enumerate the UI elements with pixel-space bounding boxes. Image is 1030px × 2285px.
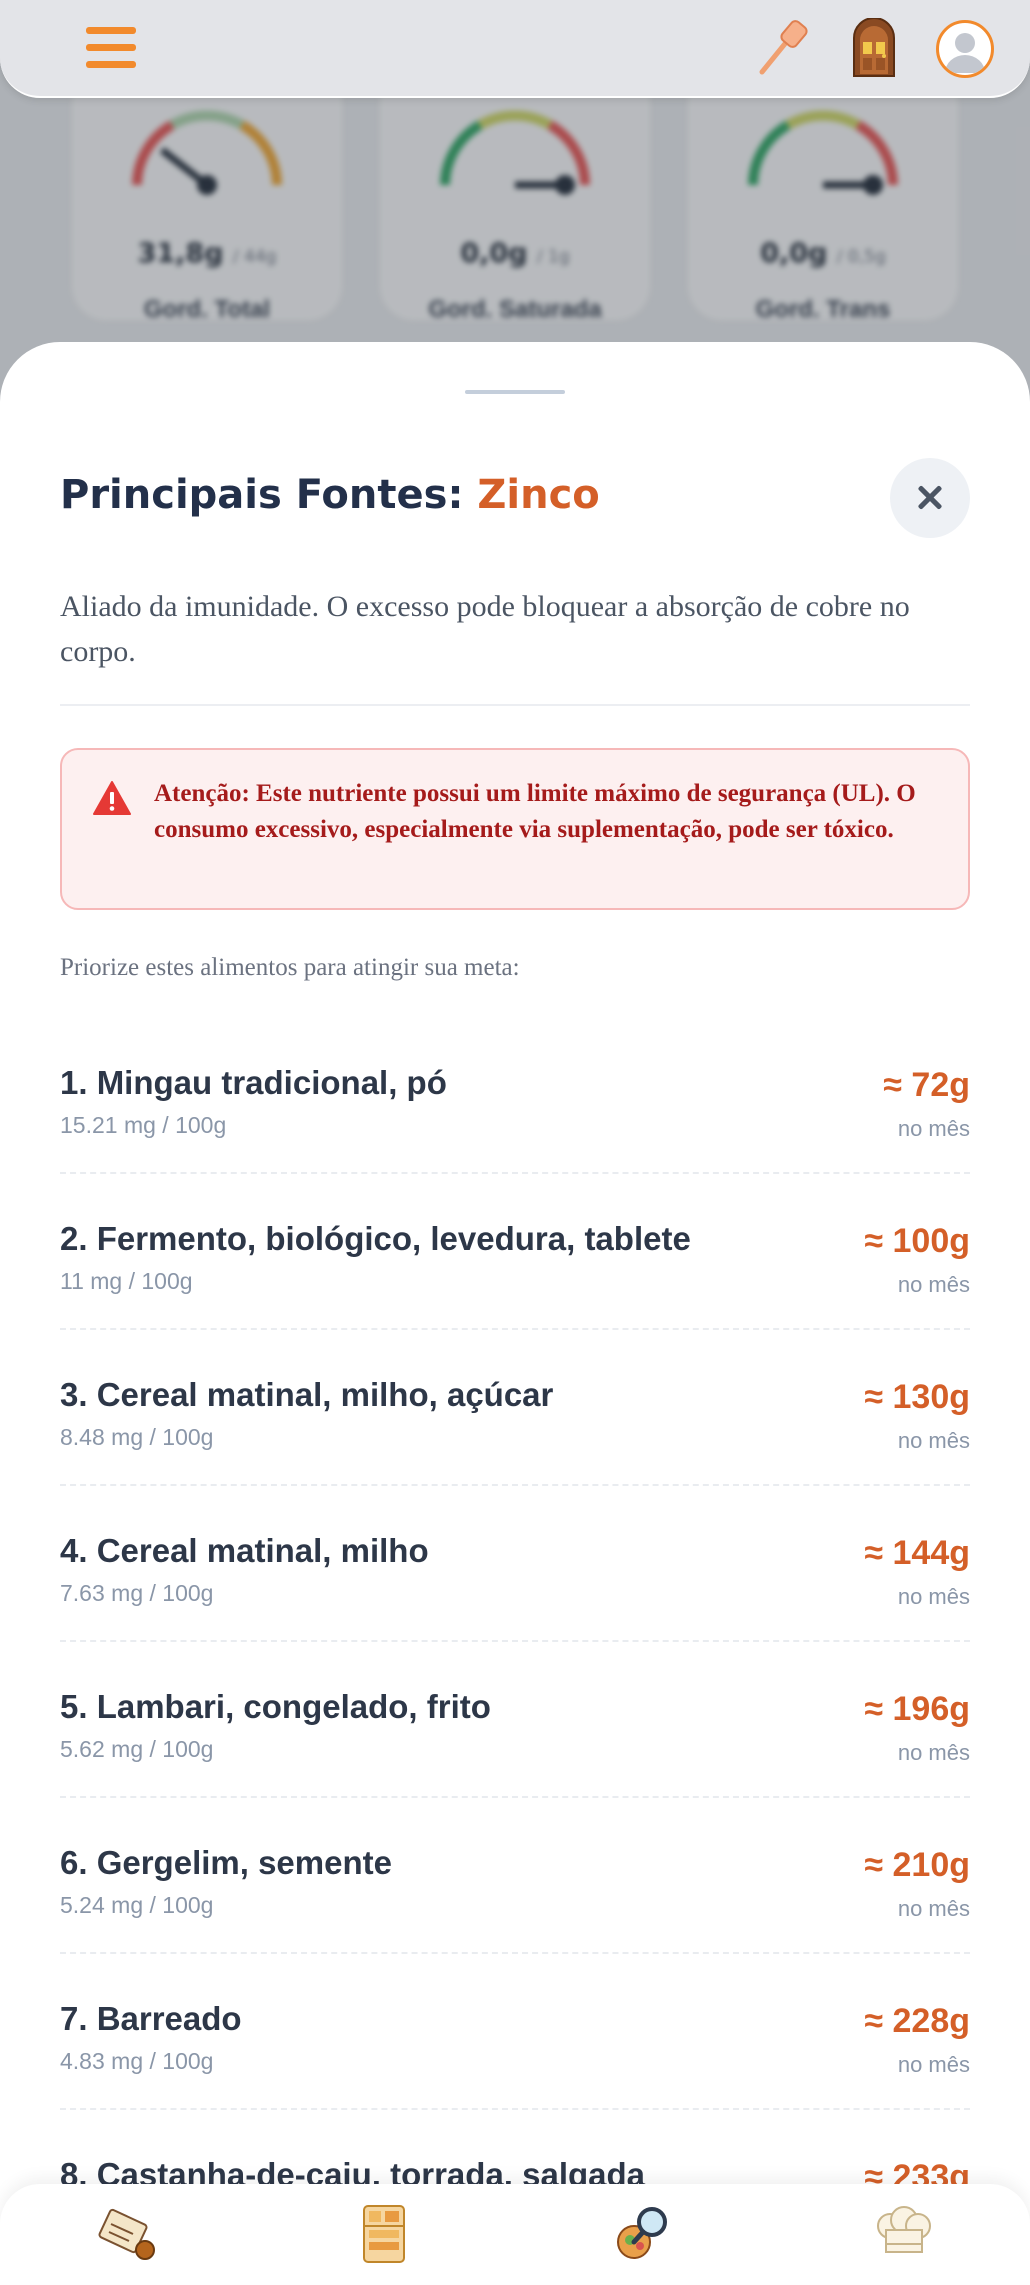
- bottom-navigation: [0, 2184, 1030, 2285]
- food-period: no mês: [897, 1272, 970, 1297]
- food-item[interactable]: 6. Gergelim, semente 5.24 mg / 100g ≈ 210g…: [60, 1798, 970, 1954]
- food-period: no mês: [897, 1584, 970, 1609]
- food-item[interactable]: 3. Cereal matinal, milho, açúcar 8.48 mg …: [60, 1330, 970, 1486]
- nutrient-name: Zinco: [477, 472, 600, 518]
- food-item[interactable]: 5. Lambari, congelado, frito 5.62 mg / 10…: [60, 1642, 970, 1798]
- close-button[interactable]: [890, 458, 970, 538]
- sheet-title: Principais Fontes: Zinco: [60, 472, 600, 518]
- food-concentration: 15.21 mg / 100g: [60, 1112, 227, 1138]
- food-concentration: 5.24 mg / 100g: [60, 1892, 214, 1918]
- food-name: 1. Mingau tradicional, pó: [60, 1064, 447, 1101]
- food-search-icon[interactable]: [610, 2202, 680, 2266]
- food-amount: ≈ 196g: [864, 1690, 970, 1728]
- food-period: no mês: [897, 1896, 970, 1921]
- nutrient-description: Aliado da imunidade. O excesso pode bloq…: [60, 590, 910, 668]
- sheet-drag-handle[interactable]: [465, 390, 565, 394]
- food-amount: ≈ 210g: [864, 1846, 970, 1884]
- food-name: 6. Gergelim, semente: [60, 1844, 392, 1881]
- food-amount: ≈ 144g: [864, 1534, 970, 1572]
- food-concentration: 11 mg / 100g: [60, 1268, 193, 1294]
- nutrient-sources-sheet: Principais Fontes: Zinco Aliado da imuni…: [0, 342, 1030, 2285]
- food-concentration: 4.83 mg / 100g: [60, 2048, 214, 2074]
- food-name: 2. Fermento, biológico, levedura, tablet…: [60, 1220, 691, 1257]
- food-name: 3. Cereal matinal, milho, açúcar: [60, 1376, 554, 1413]
- hamburger-icon[interactable]: [86, 24, 140, 70]
- warning-alert: Atenção: Este nutriente possui um limite…: [60, 748, 970, 910]
- food-list: 1. Mingau tradicional, pó 15.21 mg / 100g…: [60, 1018, 970, 2266]
- food-amount: ≈ 100g: [864, 1222, 970, 1260]
- warning-triangle-icon: [92, 780, 132, 816]
- food-item[interactable]: 7. Barreado 4.83 mg / 100g ≈ 228g no mês: [60, 1954, 970, 2110]
- list-intro: Priorize estes alimentos para atingir su…: [60, 954, 520, 981]
- food-period: no mês: [897, 1740, 970, 1765]
- chef-hat-icon[interactable]: [868, 2202, 938, 2266]
- food-amount: ≈ 228g: [864, 2002, 970, 2040]
- food-concentration: 5.62 mg / 100g: [60, 1736, 214, 1762]
- pantry-door-icon[interactable]: [844, 17, 904, 78]
- food-amount: ≈ 72g: [883, 1066, 970, 1104]
- food-name: 7. Barreado: [60, 2000, 242, 2037]
- food-period: no mês: [897, 2052, 970, 2077]
- food-item[interactable]: 4. Cereal matinal, milho 7.63 mg / 100g ≈ …: [60, 1486, 970, 1642]
- warning-text: Atenção: Este nutriente possui um limite…: [154, 780, 916, 843]
- food-period: no mês: [897, 1428, 970, 1453]
- food-period: no mês: [897, 1116, 970, 1141]
- food-item[interactable]: 1. Mingau tradicional, pó 15.21 mg / 100g…: [60, 1018, 970, 1174]
- recipe-book-icon[interactable]: [95, 2202, 165, 2266]
- food-amount: ≈ 130g: [864, 1378, 970, 1416]
- food-item[interactable]: 2. Fermento, biológico, levedura, tablet…: [60, 1174, 970, 1330]
- user-avatar-icon[interactable]: [936, 20, 994, 78]
- app-header: [0, 0, 1030, 98]
- food-concentration: 7.63 mg / 100g: [60, 1580, 214, 1606]
- food-concentration: 8.48 mg / 100g: [60, 1424, 214, 1450]
- food-name: 4. Cereal matinal, milho: [60, 1532, 429, 1569]
- spatula-icon[interactable]: [752, 18, 812, 78]
- fridge-icon[interactable]: [350, 2202, 420, 2266]
- divider: [60, 704, 970, 706]
- food-name: 5. Lambari, congelado, frito: [60, 1688, 491, 1725]
